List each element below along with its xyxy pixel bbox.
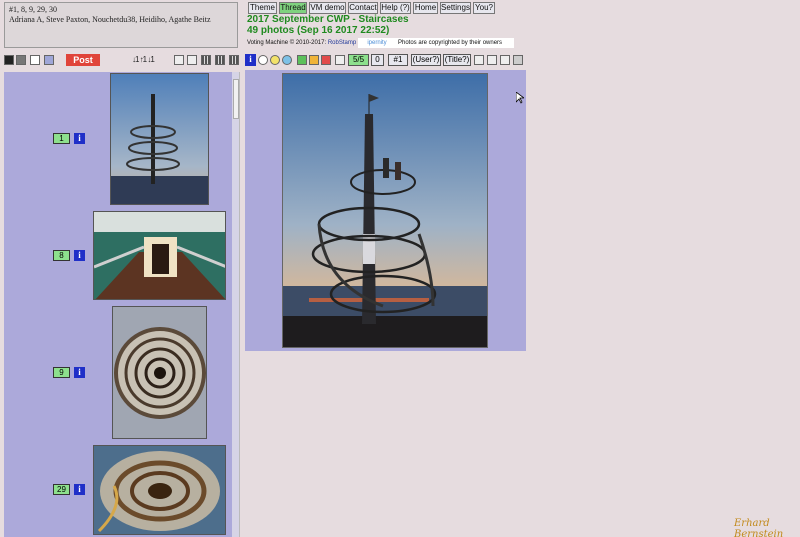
- rank-button[interactable]: #1: [388, 54, 408, 66]
- photo-number: 29: [53, 484, 70, 495]
- viewer-toolbar: i 5/5 0 #1 (User?) (Title?): [245, 54, 525, 68]
- artist-signature: Erhard Bernstein: [734, 518, 784, 537]
- info-button[interactable]: i: [74, 367, 85, 378]
- reject-icon[interactable]: [321, 55, 331, 65]
- photo-thumbnail[interactable]: [110, 73, 209, 205]
- size-medium-icon[interactable]: [187, 55, 197, 65]
- no-vote-icon[interactable]: [335, 55, 345, 65]
- mouse-cursor-icon: [515, 91, 526, 106]
- approve-icon[interactable]: [297, 55, 307, 65]
- layout-light-icon[interactable]: [30, 55, 40, 65]
- credit-text: Voting Machine © 2010-2017:: [247, 40, 327, 46]
- view-size-2-icon[interactable]: [487, 55, 497, 65]
- photo-viewer: [245, 70, 526, 351]
- layout-grid-icon[interactable]: [44, 55, 54, 65]
- copyright-notice: Photos are copyrighted by their owners: [396, 38, 514, 48]
- flag-icon[interactable]: [309, 55, 319, 65]
- grid-dense-alt-icon[interactable]: [229, 55, 239, 65]
- photo-number: 8: [53, 250, 70, 261]
- notes-line-2: Adriana A, Steve Paxton, Nouchetdu38, He…: [9, 15, 211, 24]
- thumbnail-list: 1 i 8 i 9 i 29 i: [4, 72, 240, 537]
- photo-number: 9: [53, 367, 70, 378]
- left-toolbar: Post ↓1 ↑1 ↓1: [4, 54, 240, 68]
- view-size-4-icon[interactable]: [513, 55, 523, 65]
- view-size-1-icon[interactable]: [474, 55, 484, 65]
- circle-white-icon[interactable]: [258, 55, 268, 65]
- info-button[interactable]: i: [74, 133, 85, 144]
- photo-thumbnail[interactable]: [93, 211, 226, 300]
- info-button[interactable]: i: [74, 484, 85, 495]
- photo-number: 1: [53, 133, 70, 144]
- photo-thumbnail[interactable]: [93, 445, 226, 535]
- nav-you[interactable]: You?: [473, 2, 495, 14]
- sort-icons[interactable]: ↓1 ↑1 ↓1: [132, 54, 168, 65]
- credit-link[interactable]: RobStamp: [328, 40, 356, 46]
- scrollbar-thumb[interactable]: [233, 79, 239, 119]
- circle-blue-icon[interactable]: [282, 55, 292, 65]
- main-photo[interactable]: [282, 73, 488, 348]
- nav-settings[interactable]: Settings: [440, 2, 471, 14]
- scrollbar[interactable]: [232, 72, 239, 537]
- score-button[interactable]: 5/5: [348, 54, 369, 66]
- credit-line: Voting Machine © 2010-2017: RobStamp: [247, 39, 356, 48]
- info-button[interactable]: i: [74, 250, 85, 261]
- photo-thumbnail[interactable]: [112, 306, 207, 439]
- nav-vm-demo[interactable]: VM demo: [309, 2, 346, 14]
- notes-line-1: #1, 8, 9, 29, 30: [9, 5, 57, 14]
- view-size-3-icon[interactable]: [500, 55, 510, 65]
- title-button[interactable]: (Title?): [443, 54, 471, 66]
- page-subtitle: 49 photos (Sep 16 2017 22:52): [247, 25, 390, 36]
- nav-thread[interactable]: Thread: [279, 2, 307, 14]
- user-button[interactable]: (User?): [411, 54, 441, 66]
- selection-notes: #1, 8, 9, 29, 30 Adriana A, Steve Paxton…: [4, 2, 238, 48]
- zero-button[interactable]: 0: [371, 54, 384, 66]
- nav-help[interactable]: Help (?): [380, 2, 411, 14]
- layout-gray-icon[interactable]: [16, 55, 26, 65]
- nav-home[interactable]: Home: [413, 2, 438, 14]
- post-button[interactable]: Post: [66, 54, 100, 66]
- nav-theme[interactable]: Theme: [248, 2, 277, 14]
- ipernity-logo[interactable]: ipernity: [358, 38, 396, 48]
- circle-yellow-icon[interactable]: [270, 55, 280, 65]
- layout-dark-icon[interactable]: [4, 55, 14, 65]
- page-title: 2017 September CWP - Staircases: [247, 14, 409, 25]
- grid-dense-icon[interactable]: [215, 55, 225, 65]
- info-button[interactable]: i: [245, 54, 256, 66]
- grid-view-icon[interactable]: [201, 55, 211, 65]
- size-small-icon[interactable]: [174, 55, 184, 65]
- nav-contact[interactable]: Contact: [348, 2, 378, 14]
